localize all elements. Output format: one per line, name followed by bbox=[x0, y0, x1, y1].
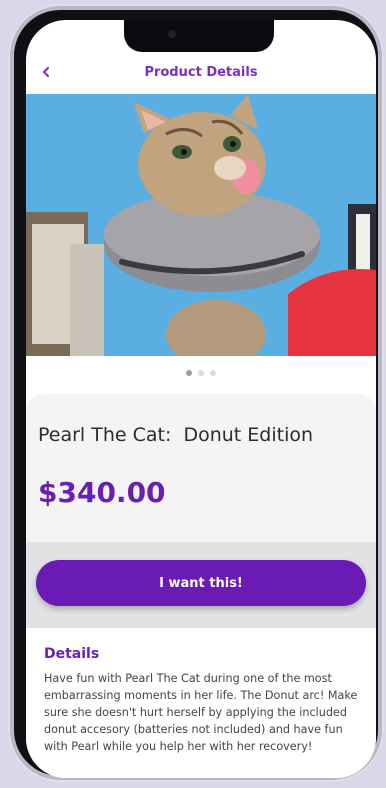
details-heading: Details bbox=[44, 646, 100, 662]
product-name: Pearl The Cat: Donut Edition bbox=[38, 424, 314, 446]
product-price: $340.00 bbox=[38, 476, 166, 509]
page-title: Product Details bbox=[144, 64, 258, 80]
details-section: Details Have fun with Pearl The Cat duri… bbox=[26, 628, 376, 778]
product-image[interactable] bbox=[26, 94, 376, 356]
back-button[interactable] bbox=[40, 61, 60, 83]
gallery-pagination bbox=[26, 370, 376, 376]
product-photo-illustration bbox=[26, 94, 376, 356]
cta-section: I want this! bbox=[26, 542, 376, 628]
app-header: Product Details bbox=[26, 56, 376, 88]
chevron-left-icon bbox=[43, 67, 49, 77]
notch bbox=[124, 20, 274, 52]
product-summary-card: Pearl The Cat: Donut Edition $340.00 bbox=[26, 394, 376, 542]
pagination-dot-3[interactable] bbox=[210, 370, 216, 376]
details-description: Have fun with Pearl The Cat during one o… bbox=[44, 672, 358, 753]
camera-icon bbox=[168, 30, 176, 38]
phone-screen: Product Details Pearl The Cat: Donut Edi… bbox=[26, 20, 376, 778]
i-want-this-button[interactable]: I want this! bbox=[36, 560, 366, 606]
pagination-dot-2[interactable] bbox=[198, 370, 204, 376]
pagination-dot-1[interactable] bbox=[186, 370, 192, 376]
